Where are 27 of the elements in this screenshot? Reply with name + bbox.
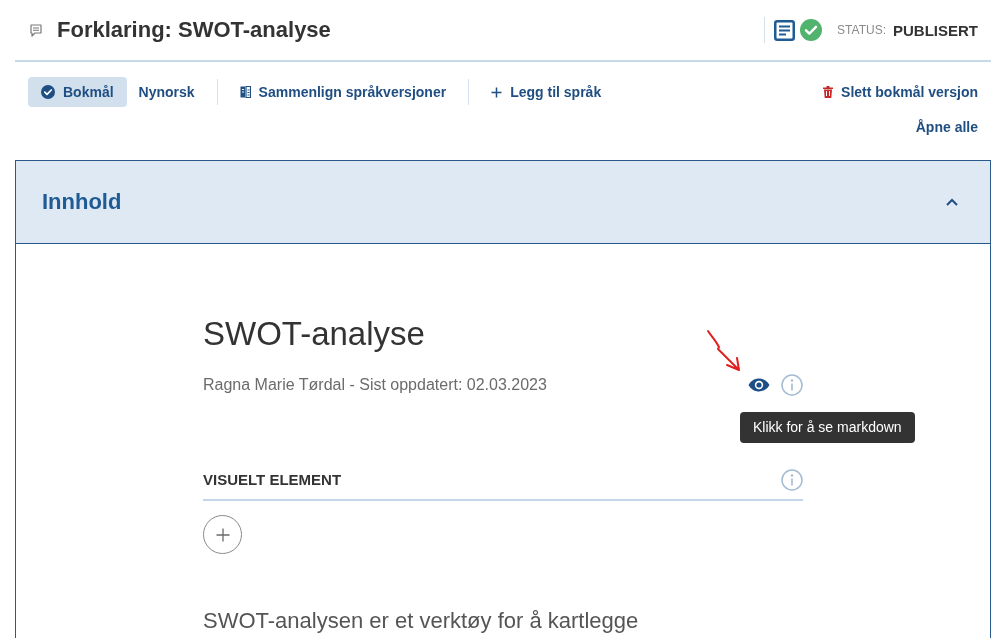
trash-icon bbox=[823, 86, 834, 98]
byline: Ragna Marie Tørdal - Sist oppdatert: 02.03.2023 bbox=[203, 376, 547, 394]
check-circle-icon bbox=[41, 85, 55, 99]
language-tab[interactable]: Bokmål bbox=[28, 77, 127, 107]
article-title: SWOT-analyse bbox=[203, 314, 425, 354]
language-tab[interactable]: Nynorsk bbox=[126, 77, 207, 107]
intro-paragraph: SWOT-analysen er et verktøy for å kartlegge bbox=[203, 607, 639, 635]
section-heading: VISUELT ELEMENT bbox=[203, 470, 342, 490]
panel-title: Innhold bbox=[42, 189, 122, 215]
compare-button[interactable]: Sammenlign språkversjoner bbox=[227, 77, 459, 107]
annotation-arrow bbox=[706, 328, 742, 372]
status-value: PUBLISERT bbox=[893, 21, 978, 39]
expand-all-link[interactable]: Åpne alle bbox=[903, 115, 990, 139]
chevron-icon[interactable] bbox=[946, 198, 958, 206]
comment-icon bbox=[30, 23, 42, 37]
panel-header[interactable]: Innhold bbox=[16, 161, 990, 244]
delete-version-button[interactable]: Slett bokmål versjon bbox=[811, 77, 990, 107]
document-icon[interactable] bbox=[774, 19, 796, 41]
eye-icon[interactable] bbox=[748, 378, 770, 392]
add-element-button[interactable] bbox=[203, 515, 242, 554]
tooltip: Klikk for å se markdown bbox=[740, 412, 915, 443]
page-title: Forklaring: SWOT-analyse bbox=[57, 17, 331, 43]
split-document-icon bbox=[239, 85, 251, 99]
status-label: STATUS: bbox=[837, 23, 886, 37]
plus-icon bbox=[215, 527, 230, 542]
plus-icon bbox=[491, 86, 503, 98]
add-language-button[interactable]: Legg til språk bbox=[479, 77, 614, 107]
